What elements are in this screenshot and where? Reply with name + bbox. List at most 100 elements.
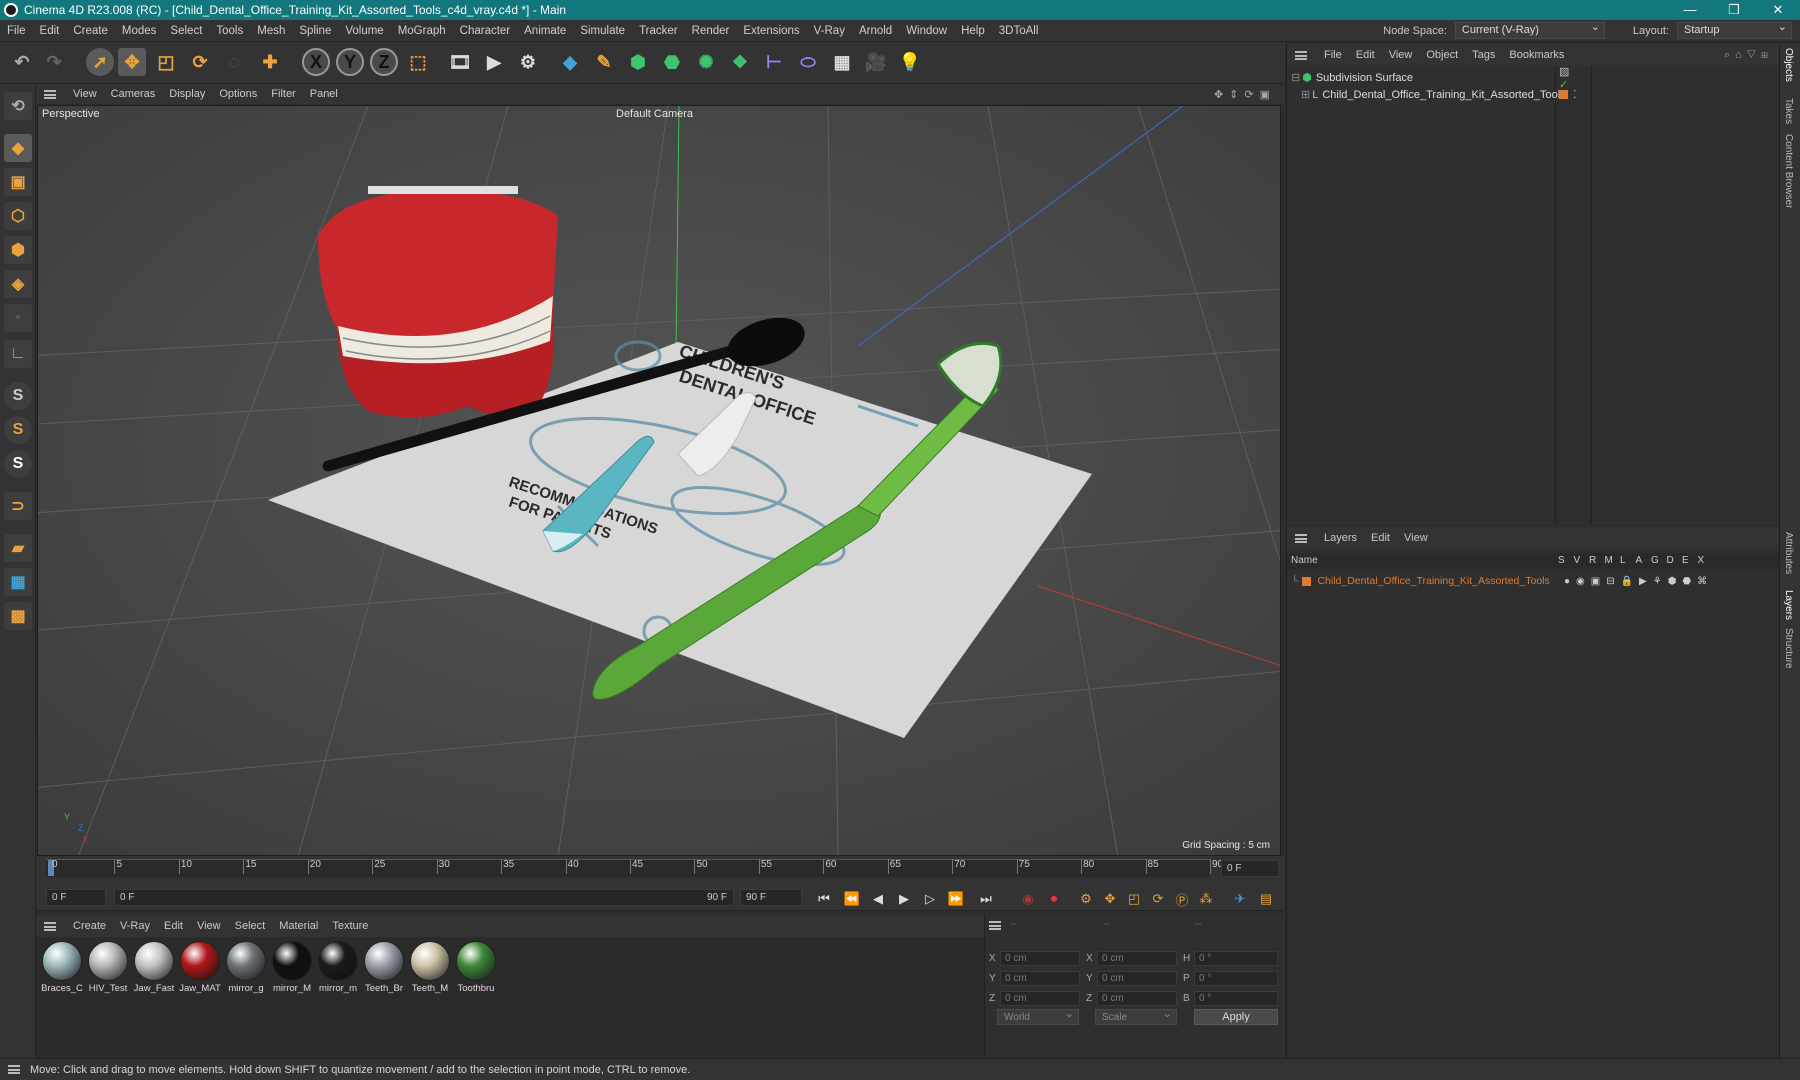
magnet-tool-icon[interactable]: ⊃ (4, 492, 32, 520)
apply-button[interactable]: Apply (1194, 1009, 1278, 1025)
menu-character[interactable]: Character (453, 25, 518, 37)
next-frame-icon[interactable]: ▷ (920, 889, 940, 909)
timeline-ruler[interactable]: 0 5 10 15 20 25 30 35 40 45 50 55 60 65 70 75 80 85 90 0 F (36, 856, 1284, 885)
uv-mode-icon[interactable]: ▪ (4, 304, 32, 332)
object-menu-file[interactable]: File (1317, 49, 1349, 61)
key-parameter-icon[interactable]: Ⓟ (1172, 889, 1192, 909)
render-settings-icon[interactable]: ⚙ (514, 48, 542, 76)
timeline-track[interactable] (46, 859, 1211, 877)
menu-render[interactable]: Render (685, 25, 737, 37)
y-axis-lock-icon[interactable]: Y (336, 48, 364, 76)
polygons-mode-icon[interactable]: ◈ (4, 270, 32, 298)
end-frame-field[interactable]: 90 F (740, 889, 802, 906)
layer-flag-header[interactable]: E (1682, 555, 1689, 566)
menu-3dtoall[interactable]: 3DToAll (992, 25, 1046, 37)
material-menu-edit[interactable]: Edit (157, 920, 190, 932)
goto-end-icon[interactable]: ⏭ (976, 889, 996, 909)
material-swatch[interactable]: Teeth_M (408, 941, 452, 994)
object-menu-object[interactable]: Object (1419, 49, 1465, 61)
layer-flag-header[interactable]: D (1667, 555, 1674, 566)
render-picture-viewer-icon[interactable]: ▶ (480, 48, 508, 76)
material-swatch[interactable]: Teeth_Br (362, 941, 406, 994)
model-mode-icon[interactable]: ◆ (4, 134, 32, 162)
perspective-viewport[interactable]: CHILDREN'S DENTAL OFFICE RECOMMENDATIONS… (37, 105, 1281, 856)
material-swatch[interactable]: Toothbru (454, 941, 498, 994)
menu-edit[interactable]: Edit (33, 25, 67, 37)
layer-row[interactable]: └ Child_Dental_Office_Training_Kit_Assor… (1291, 573, 1761, 589)
menu-arnold[interactable]: Arnold (852, 25, 899, 37)
layer-flag-header[interactable]: G (1651, 555, 1659, 566)
play-icon[interactable]: ▶ (894, 889, 914, 909)
menu-simulate[interactable]: Simulate (573, 25, 632, 37)
material-menu-icon[interactable] (44, 921, 56, 931)
material-swatch[interactable]: mirror_M (270, 941, 314, 994)
frame-range-slider[interactable]: 0 F 90 F (114, 889, 734, 906)
object-menu-view[interactable]: View (1382, 49, 1420, 61)
snap-icon[interactable]: S (4, 382, 32, 410)
coords-menu-icon[interactable] (989, 921, 1001, 930)
grid-plane-icon[interactable]: ▦ (4, 568, 32, 596)
texture-mode-icon[interactable]: ▣ (4, 168, 32, 196)
coord-mode-dropdown[interactable]: World (997, 1007, 1079, 1025)
viewport-menu-view[interactable]: View (66, 88, 104, 100)
motion-system-icon[interactable]: ✈ (1230, 889, 1250, 909)
key-rotation-icon[interactable]: ⟳ (1148, 889, 1168, 909)
layer-flag-header[interactable]: X (1698, 555, 1705, 566)
material-menu-create[interactable]: Create (66, 920, 113, 932)
tab-objects[interactable]: Objects (1783, 48, 1794, 82)
menu-extensions[interactable]: Extensions (736, 25, 806, 37)
layer-color-swatch[interactable] (1302, 576, 1312, 586)
material-swatch[interactable]: Braces_C (40, 941, 84, 994)
size-y-field[interactable]: 0 cm (1097, 971, 1177, 986)
light-icon[interactable]: 💡 (896, 48, 924, 76)
key-scale-icon[interactable]: ◰ (1124, 889, 1144, 909)
timeline-window-icon[interactable]: ▤ (1256, 889, 1276, 909)
goto-start-icon[interactable]: ⏮ (814, 889, 834, 909)
layer-flag-header[interactable]: V (1574, 555, 1581, 566)
layer-menu-layers[interactable]: Layers (1317, 532, 1364, 544)
viewport-menu-cameras[interactable]: Cameras (104, 88, 163, 100)
visibility-dots-icon[interactable]: ⁚ (1573, 88, 1577, 101)
layer-flag-icons[interactable]: ●◉▣⊟🔒▶⚘⬢⬣⌘ (1564, 576, 1713, 587)
layer-menu-icon[interactable] (1295, 533, 1307, 543)
menu-volume[interactable]: Volume (338, 25, 390, 37)
key-pla-icon[interactable]: ⁂ (1196, 889, 1216, 909)
select-tool-icon[interactable]: ➚ (86, 48, 114, 76)
position-z-field[interactable]: 0 cm (1000, 991, 1080, 1006)
menu-help[interactable]: Help (954, 25, 992, 37)
material-menu-material[interactable]: Material (272, 920, 325, 932)
tab-layers[interactable]: Layers (1783, 590, 1794, 620)
material-swatch[interactable]: Jaw_MAT (178, 941, 222, 994)
material-swatch[interactable]: Jaw_Fast (132, 941, 176, 994)
floor-icon[interactable]: ▦ (828, 48, 856, 76)
layer-menu-view[interactable]: View (1397, 532, 1435, 544)
scale-tool-icon[interactable]: ◰ (152, 48, 180, 76)
layer-flag-header[interactable]: M (1605, 555, 1613, 566)
layer-flag-header[interactable]: S (1558, 555, 1565, 566)
menu-create[interactable]: Create (66, 25, 115, 37)
material-swatch[interactable]: HIV_Test (86, 941, 130, 994)
start-frame-field[interactable]: 0 F (46, 889, 106, 906)
viewport-menu-icon[interactable] (44, 89, 56, 99)
menu-animate[interactable]: Animate (517, 25, 573, 37)
object-menu-tags[interactable]: Tags (1465, 49, 1502, 61)
object-menu-icon[interactable] (1295, 50, 1307, 60)
node-space-dropdown[interactable]: Current (V-Ray) (1454, 20, 1605, 39)
rotation-p-field[interactable]: 0 ° (1194, 971, 1278, 986)
camera-icon[interactable]: 🎥 (862, 48, 890, 76)
next-key-icon[interactable]: ⏩ (946, 889, 966, 909)
snap-settings-icon[interactable]: S (4, 416, 32, 444)
expand-icon[interactable]: ⊞ (1301, 88, 1310, 101)
size-x-field[interactable]: 0 cm (1097, 951, 1177, 966)
make-editable-icon[interactable]: ⟲ (4, 92, 32, 120)
workplane-icon[interactable]: ▰ (4, 534, 32, 562)
layer-flag-header[interactable]: L (1620, 555, 1626, 566)
restore-button[interactable]: ❐ (1712, 0, 1756, 20)
viewport-menu-options[interactable]: Options (212, 88, 264, 100)
minimize-button[interactable]: — (1668, 0, 1712, 20)
rotate-tool-icon[interactable]: ⟳ (186, 48, 214, 76)
prev-key-icon[interactable]: ⏪ (842, 889, 862, 909)
record-icon[interactable]: ◉ (1018, 889, 1038, 909)
tab-content-browser[interactable]: Content Browser (1783, 134, 1794, 208)
object-row-kit[interactable]: ⊞ L Child_Dental_Office_Training_Kit_Ass… (1301, 88, 1577, 102)
